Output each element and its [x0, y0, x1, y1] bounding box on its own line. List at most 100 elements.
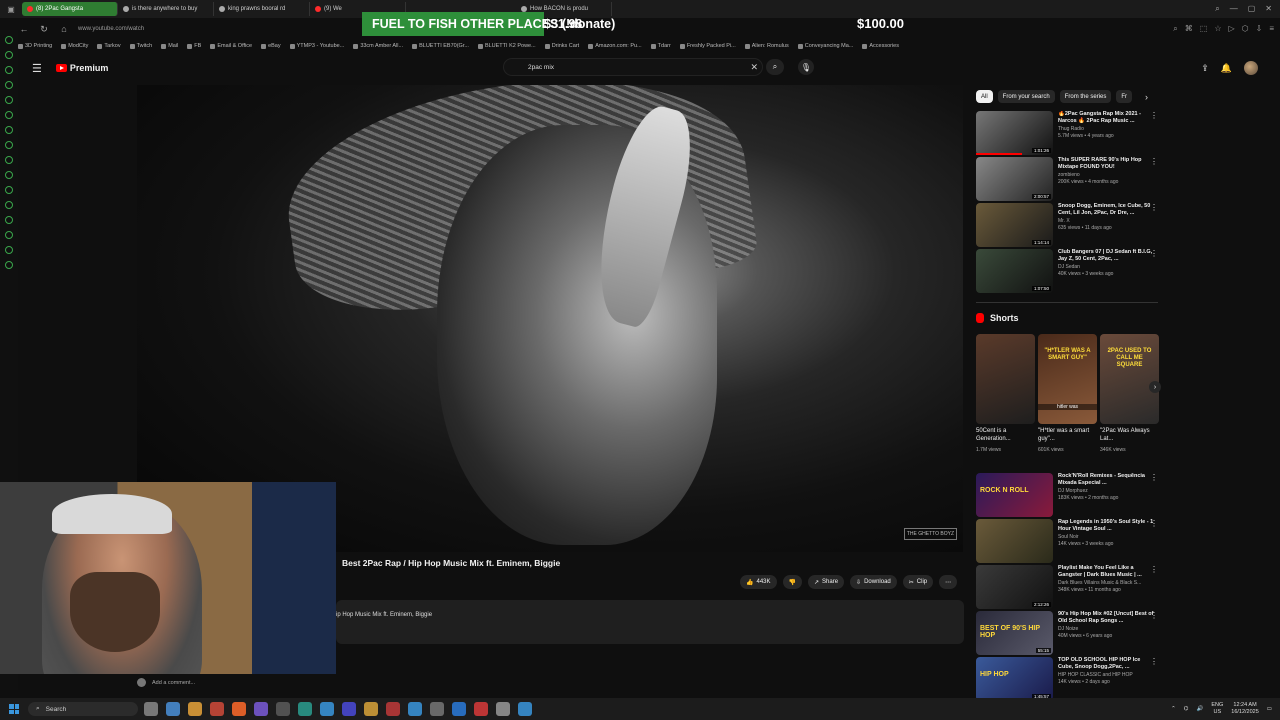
video-thumbnail[interactable]: ROCK N ROLL: [976, 473, 1053, 517]
recommendation-item[interactable]: HIP HOP 1:45:57 TOP OLD SCHOOL HIP HOP Ice…: [976, 657, 1158, 701]
short-thumbnail[interactable]: [976, 334, 1035, 424]
clear-search-icon[interactable]: ✕: [750, 62, 758, 73]
menu-icon[interactable]: ≡: [1269, 24, 1274, 34]
reload-icon[interactable]: ↻: [38, 24, 50, 35]
channel-name[interactable]: Mr. X: [1058, 218, 1154, 225]
bookmark-item[interactable]: ModCity: [61, 43, 88, 49]
short-title[interactable]: "2Pac Was Always Lat...: [1100, 428, 1159, 444]
windows-start-button[interactable]: [6, 701, 22, 717]
taskbar-app-icon[interactable]: [144, 702, 158, 716]
bookmark-item[interactable]: Twitch: [129, 43, 152, 49]
taskbar-app-icon[interactable]: [254, 702, 268, 716]
extension-icon[interactable]: ▷: [1228, 24, 1234, 34]
taskbar-app-icon[interactable]: [166, 702, 180, 716]
bookmark-item[interactable]: Tdarr: [650, 43, 671, 49]
channel-name[interactable]: Dark Blues Villains Music & Black S...: [1058, 580, 1154, 587]
channel-name[interactable]: zombieno: [1058, 172, 1154, 179]
back-icon[interactable]: ←: [18, 24, 30, 34]
hamburger-icon[interactable]: ☰: [32, 62, 42, 75]
more-vert-icon[interactable]: ⋮: [1150, 519, 1158, 528]
search-input[interactable]: 2pac mix ✕: [503, 58, 763, 76]
short-title[interactable]: 50Cent is a Generation...: [976, 428, 1035, 444]
shorts-next-button[interactable]: ›: [1149, 381, 1161, 393]
sidebar-app-icon[interactable]: [5, 246, 13, 254]
bookmark-item[interactable]: Alien: Romulus: [744, 43, 789, 49]
more-vert-icon[interactable]: ⋮: [1150, 565, 1158, 574]
taskbar-app-icon[interactable]: [452, 702, 466, 716]
channel-name[interactable]: HIP HOP CLASSIC and HIP HOP: [1058, 672, 1154, 679]
sidebar-app-icon[interactable]: [5, 156, 13, 164]
chevron-right-icon[interactable]: ›: [1145, 92, 1148, 102]
search-tabs-icon[interactable]: ⌕: [1215, 4, 1219, 14]
more-vert-icon[interactable]: ⋮: [1150, 203, 1158, 212]
recommendation-item[interactable]: 2:12:26 Playlist Make You Feel Like a Gan…: [976, 565, 1158, 609]
video-thumbnail[interactable]: 1:07:50: [976, 249, 1053, 293]
channel-name[interactable]: Thug Radio: [1058, 126, 1154, 133]
download-button[interactable]: ⇩ Download: [850, 575, 897, 589]
taskbar-app-icon[interactable]: [276, 702, 290, 716]
bookmark-item[interactable]: Accessories: [862, 43, 899, 49]
bookmark-item[interactable]: Conveyancing Ma...: [797, 43, 853, 49]
chevron-up-icon[interactable]: ⌃: [1171, 706, 1176, 712]
video-thumbnail[interactable]: [976, 519, 1053, 563]
sidebar-app-icon[interactable]: [5, 186, 13, 194]
voice-search-button[interactable]: 🎙: [798, 59, 814, 75]
sidebar-app-icon[interactable]: [5, 51, 13, 59]
chip-2[interactable]: From the series: [1059, 90, 1112, 103]
taskbar-app-icon[interactable]: [188, 702, 202, 716]
bookmark-item[interactable]: BLUETTI EB70(Gr...: [412, 43, 469, 49]
more-vert-icon[interactable]: ⋮: [1150, 111, 1158, 120]
bookmark-item[interactable]: Mail: [161, 43, 178, 49]
sidebar-app-icon[interactable]: [5, 261, 13, 269]
clip-button[interactable]: ✂ Clip: [902, 575, 934, 589]
recommendation-item[interactable]: ROCK N ROLL Rock'N'Roll Remixes - Sequênc…: [976, 473, 1158, 517]
chip-1[interactable]: From your search: [997, 90, 1055, 103]
video-title[interactable]: Snoop Dogg, Eminem, Ice Cube, 50 Cent, L…: [1058, 203, 1154, 218]
minimize-icon[interactable]: —: [1230, 4, 1238, 14]
bookmark-item[interactable]: Amazon.com: Pu...: [588, 43, 642, 49]
recommendation-item[interactable]: 2:00:57 This SUPER RARE 90's Hip Hop Mixt…: [976, 157, 1158, 201]
taskbar-app-icon[interactable]: [320, 702, 334, 716]
taskbar-app-icon[interactable]: [430, 702, 444, 716]
video-title[interactable]: 90's Hip Hop Mix #02 [Uncut] Best of Old…: [1058, 611, 1154, 626]
taskbar-app-icon[interactable]: [298, 702, 312, 716]
notification-icon[interactable]: ▭: [1267, 706, 1272, 712]
more-actions-button[interactable]: ⋯: [939, 575, 958, 589]
short-thumbnail[interactable]: "H*TLER WAS A SMART GUY" hitler was: [1038, 334, 1097, 424]
recommendation-item[interactable]: 1:01:26 🔥2Pac Gangsta Rap Mix 2021 - Narc…: [976, 111, 1158, 155]
taskbar-app-icon[interactable]: [210, 702, 224, 716]
more-vert-icon[interactable]: ⋮: [1150, 657, 1158, 666]
comment-box[interactable]: Add a comment...: [137, 678, 195, 687]
video-title[interactable]: TOP OLD SCHOOL HIP HOP Ice Cube, Snoop D…: [1058, 657, 1154, 672]
bookmark-item[interactable]: Email & Office: [210, 43, 252, 49]
sidebar-app-icon[interactable]: [5, 126, 13, 134]
extension-icon[interactable]: ⌘: [1185, 24, 1193, 34]
share-button[interactable]: ↗ Share: [807, 575, 845, 589]
chip-0[interactable]: All: [976, 90, 993, 103]
tab-1[interactable]: is there anywhere to buy: [118, 2, 214, 16]
taskbar-app-icon[interactable]: [474, 702, 488, 716]
more-vert-icon[interactable]: ⋮: [1150, 157, 1158, 166]
description-box[interactable]: ip Hop Music Mix ft. Eminem, Biggie: [336, 600, 964, 644]
video-title[interactable]: 🔥2Pac Gangsta Rap Mix 2021 - Narcos 🔥 2P…: [1058, 111, 1154, 126]
taskbar-app-icon[interactable]: [496, 702, 510, 716]
recommendation-item[interactable]: Rap Legends in 1950's Soul Style - 1 Hou…: [976, 519, 1158, 563]
video-thumbnail[interactable]: 1:14:14: [976, 203, 1053, 247]
sidebar-app-icon[interactable]: [5, 36, 13, 44]
sidebar-app-icon[interactable]: [5, 81, 13, 89]
taskbar-app-icon[interactable]: [386, 702, 400, 716]
video-title[interactable]: Rock'N'Roll Remixes - Sequência Mixada E…: [1058, 473, 1154, 488]
video-thumbnail[interactable]: HIP HOP 1:45:57: [976, 657, 1053, 701]
home-icon[interactable]: ⌂: [58, 24, 70, 34]
browser-menu-icon[interactable]: ▣: [0, 0, 22, 18]
sidebar-app-icon[interactable]: [5, 171, 13, 179]
video-thumbnail[interactable]: 1:01:26: [976, 111, 1053, 155]
zoom-icon[interactable]: ⌕: [1173, 24, 1177, 34]
short-thumbnail[interactable]: 2PAC USED TO CALL ME SQUARE: [1100, 334, 1159, 424]
channel-name[interactable]: Soul Noir: [1058, 534, 1154, 541]
bookmark-item[interactable]: Tarkov: [97, 43, 121, 49]
bookmark-item[interactable]: YTMP3 - Youtube...: [289, 43, 344, 49]
tab-0[interactable]: (8) 2Pac Gangsta: [22, 2, 118, 16]
taskbar-app-icon[interactable]: [364, 702, 378, 716]
dislike-button[interactable]: 👎: [782, 575, 802, 589]
